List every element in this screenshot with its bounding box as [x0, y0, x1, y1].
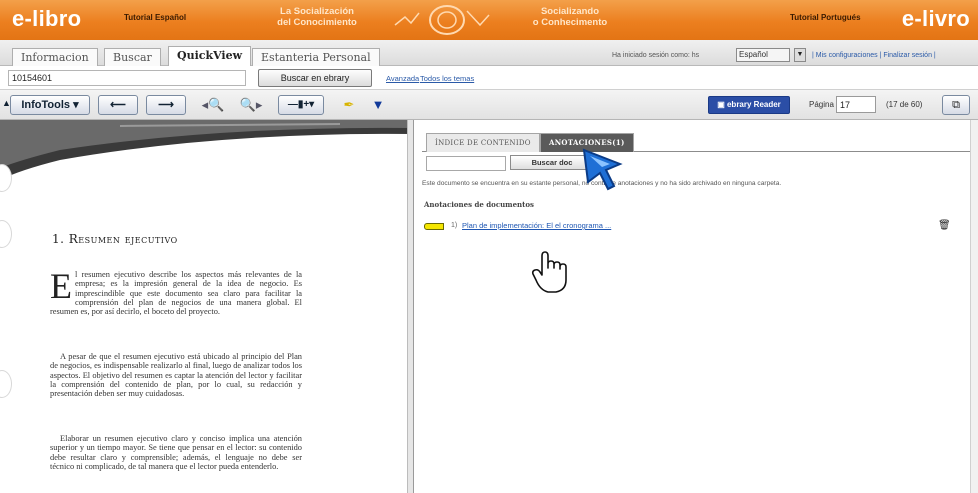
- hand-cursor-icon: [531, 251, 567, 293]
- all-topics-link[interactable]: Todos los temas: [420, 74, 474, 83]
- annotations-heading: Anotaciones de documentos: [424, 200, 534, 209]
- annotation-number: 1): [451, 222, 458, 229]
- panel-scrollbar[interactable]: [970, 120, 978, 493]
- reader-icon: ▣: [717, 100, 725, 109]
- dropdown-triangle-icon[interactable]: ▼: [370, 96, 386, 114]
- page-edge-tab: [0, 220, 12, 248]
- infotools-button[interactable]: InfoTools ▾: [10, 95, 90, 115]
- panel-tab-bar: ÍNDICE DE CONTENIDO ANOTACIONES(1): [422, 130, 972, 152]
- top-banner: e-libro Tutorial Español La Socializació…: [0, 0, 978, 40]
- document-scrollbar[interactable]: [407, 120, 413, 493]
- brand-logo-right[interactable]: e-livro: [902, 6, 970, 32]
- page-curl-decoration: [0, 120, 413, 180]
- tutorial-spanish-link[interactable]: Tutorial Español: [124, 13, 186, 22]
- slogan-es-line1: La Socialización: [280, 6, 354, 17]
- tab-estanteria-personal[interactable]: Estanteria Personal: [252, 48, 380, 67]
- page-edge-tab: [0, 370, 12, 398]
- main-tab-bar: Informacion Buscar QuickView Estanteria …: [0, 40, 978, 67]
- annotations-panel: ÍNDICE DE CONTENIDO ANOTACIONES(1) Busca…: [414, 120, 978, 493]
- annotation-item: 1) Plan de implementación: El el cronogr…: [424, 220, 954, 234]
- tab-informacion[interactable]: Informacion: [12, 48, 98, 67]
- tab-quickview[interactable]: QuickView: [168, 46, 252, 67]
- zoom-in-icon[interactable]: 🔍▸: [234, 96, 268, 114]
- tab-indice-contenido[interactable]: ÍNDICE DE CONTENIDO: [426, 133, 540, 152]
- page-number-input[interactable]: [836, 96, 876, 113]
- slogan-spanish: La Socialización del Conocimiento: [262, 6, 372, 28]
- highlighter-marker-icon: [424, 223, 444, 230]
- annotation-link[interactable]: Plan de implementación: El el cronograma…: [462, 221, 611, 230]
- slogan-pt-line2: o Conhecimento: [532, 17, 608, 28]
- reader-label: ebrary Reader: [726, 100, 781, 109]
- page-count: (17 de 60): [886, 100, 923, 109]
- annotation-search-input[interactable]: [426, 156, 506, 171]
- slogan-portuguese: Socializando o Conhecimento: [520, 6, 620, 28]
- search-bar: Buscar en ebrary Avanzada Todos los tema…: [0, 66, 978, 90]
- trash-icon[interactable]: 🗑: [938, 220, 951, 231]
- account-links[interactable]: | Mis configuraciones | Finalizar sesión…: [812, 52, 936, 59]
- brand-logo-left[interactable]: e-libro: [12, 6, 81, 32]
- reader-toolbar: ▲ InfoTools ▾ ⟵ ⟶ ◂🔍 🔍▸ —▮+▾ ✒ ▼ ▣ ebrar…: [0, 90, 978, 120]
- paragraph-1-text: l resumen ejecutivo describe los aspecto…: [50, 270, 302, 317]
- document-paragraph: Elaborar un resumen ejecutivo claro y co…: [50, 434, 302, 471]
- drop-cap: E: [50, 266, 72, 306]
- infotools-label: InfoTools: [21, 99, 71, 111]
- language-select[interactable]: Español: [736, 48, 790, 62]
- fit-page-icon[interactable]: ⧉: [942, 95, 970, 115]
- tutorial-portuguese-link[interactable]: Tutorial Portugués: [790, 13, 861, 22]
- back-arrow-icon[interactable]: ⟵: [98, 95, 138, 115]
- slogan-es-line2: del Conocimiento: [277, 17, 357, 28]
- session-status: Ha iniciado sesión como: hs: [612, 52, 700, 59]
- search-input[interactable]: [8, 70, 246, 86]
- tab-buscar[interactable]: Buscar: [104, 48, 161, 67]
- document-heading: 1. Resumen ejecutivo: [52, 232, 178, 246]
- slogan-pt-line1: Socializando: [540, 6, 600, 17]
- pointer-cursor-icon: [582, 148, 623, 191]
- ebrary-reader-button[interactable]: ▣ ebrary Reader: [708, 96, 790, 114]
- highlighter-icon[interactable]: ✒: [336, 96, 362, 114]
- chevron-down-icon[interactable]: ▼: [794, 48, 806, 62]
- document-paragraph: El resumen ejecutivo describe los aspect…: [50, 266, 302, 317]
- annotation-info-text: Este documento se encuentra en su estant…: [422, 180, 782, 187]
- page-label: Página: [809, 100, 834, 109]
- zoom-out-icon[interactable]: ◂🔍: [196, 96, 230, 114]
- forward-arrow-icon[interactable]: ⟶: [146, 95, 186, 115]
- document-paragraph: A pesar de que el resumen ejecutivo está…: [50, 352, 302, 399]
- advanced-search-link[interactable]: Avanzada: [386, 74, 419, 83]
- search-ebrary-button[interactable]: Buscar en ebrary: [258, 69, 372, 87]
- center-logo-icon: [394, 5, 490, 35]
- document-viewer[interactable]: 1. Resumen ejecutivo El resumen ejecutiv…: [0, 120, 414, 493]
- add-annotation-icon[interactable]: —▮+▾: [278, 95, 324, 115]
